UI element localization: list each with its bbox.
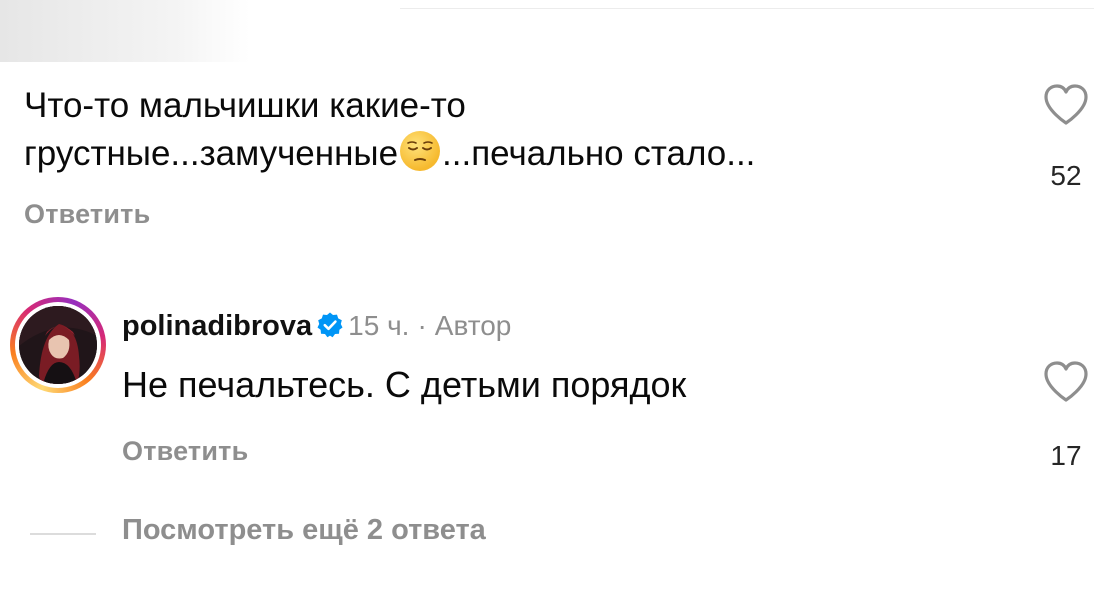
comment-text-line-2: грустные...замученные ...печально стало.… [24, 130, 984, 178]
comment-text-line-1: Что-то мальчишки какие-то [24, 86, 466, 125]
verified-badge-icon [316, 310, 344, 350]
comment-header: polinadibrova 15 ч. · Автор [122, 306, 511, 350]
comment-time: 15 ч. [348, 310, 410, 341]
like-heart-icon[interactable] [1042, 83, 1090, 132]
view-more-replies-button[interactable]: Посмотреть ещё 2 ответа [122, 514, 486, 547]
comment-text: Что-то мальчишки какие-то грустные...зам… [24, 82, 984, 178]
reply-comment-text: Не печальтесь. С детьми порядок [122, 364, 687, 405]
comment-text-part: ...печально стало... [442, 134, 756, 173]
username-link[interactable]: polinadibrova [122, 310, 312, 342]
previous-content-fade [0, 0, 250, 62]
like-count: 52 [1050, 160, 1082, 191]
comment-text-part: грустные...замученные [24, 134, 399, 173]
meta-separator: · [417, 310, 427, 341]
reply-button[interactable]: Ответить [122, 436, 248, 467]
pensive-face-emoji-icon [400, 131, 441, 171]
like-count: 17 [1050, 440, 1082, 471]
divider [400, 8, 1094, 9]
reply-button[interactable]: Ответить [24, 199, 150, 230]
avatar-image [19, 306, 97, 384]
author-label: Автор [434, 310, 512, 341]
replies-thread-line [30, 533, 96, 535]
avatar[interactable] [10, 297, 106, 393]
like-heart-icon[interactable] [1042, 360, 1090, 409]
